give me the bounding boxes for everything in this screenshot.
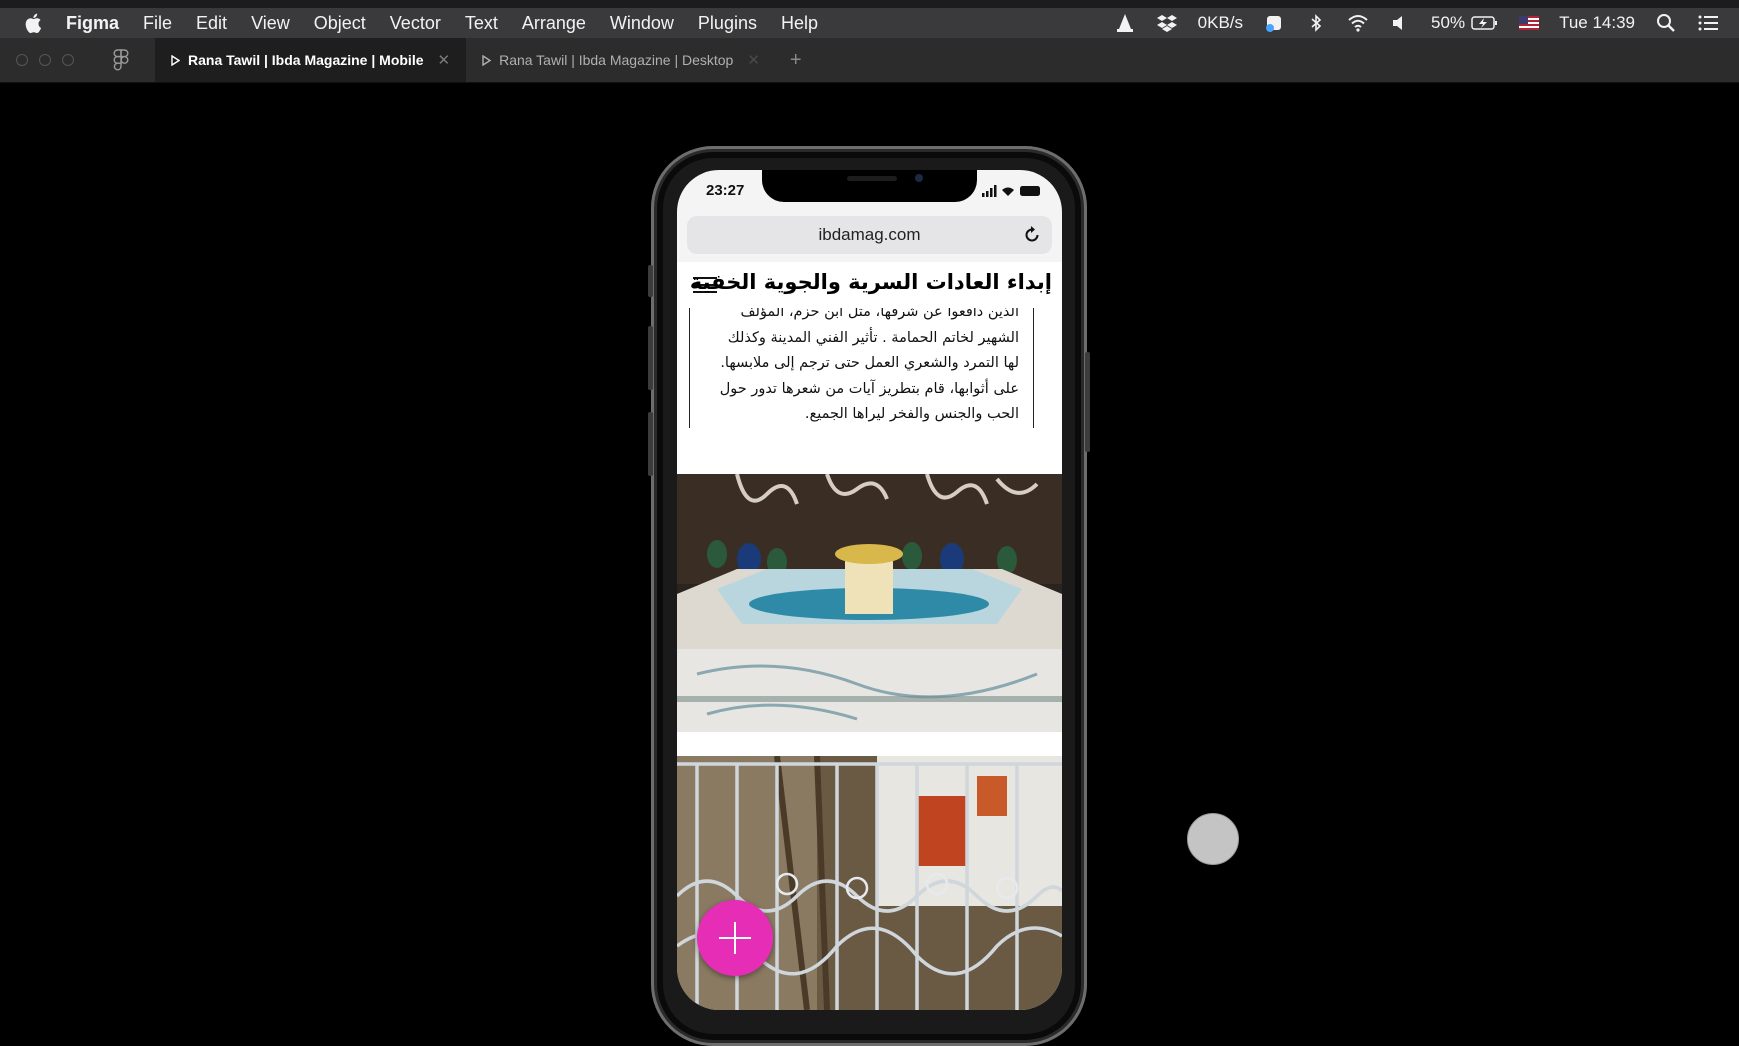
spotlight-search-icon[interactable] (1655, 13, 1677, 33)
phone-notch (762, 170, 977, 202)
window-controls (16, 54, 85, 66)
figma-logo-icon[interactable] (113, 49, 129, 71)
bluetooth-icon[interactable] (1305, 13, 1327, 33)
ios-status-bar: 23:27 (677, 170, 1062, 216)
us-flag-input-source-icon[interactable] (1519, 16, 1540, 30)
phone-volume-up-button (648, 326, 653, 390)
phone-volume-down-button (648, 412, 653, 476)
dropbox-icon[interactable] (1156, 13, 1178, 33)
phone-silent-switch (648, 265, 653, 297)
article-line: الحب والجنس والفخر ليراها الجميع. (804, 406, 1019, 422)
site-header: إبداء العادات السرية والجوية الخفية (677, 262, 1062, 309)
status-area: 0KB/s 50% Tue 14:39 (1114, 8, 1739, 38)
ios-signal-wifi-battery-icons (982, 185, 1040, 197)
prototype-cursor-indicator (1187, 813, 1239, 865)
article-body: الذين دافعوا عن شرفها، مثل ابن حزم، المؤ… (689, 308, 1034, 428)
play-icon (482, 54, 492, 66)
url-text[interactable]: ibdamag.com (818, 225, 920, 245)
network-speed: 0KB/s (1197, 13, 1244, 32)
tab-mobile-prototype[interactable]: Rana Tawil | Ibda Magazine | Mobile ✕ (155, 38, 467, 82)
vlc-icon[interactable] (1114, 13, 1136, 33)
menu-arrange[interactable]: Arrange (522, 13, 586, 34)
reload-icon[interactable] (1022, 225, 1042, 245)
close-tab-icon[interactable]: ✕ (438, 51, 451, 69)
photo-spacer (677, 732, 1062, 756)
apple-icon[interactable] (24, 12, 44, 34)
plus-icon (719, 922, 751, 954)
menu-plugins[interactable]: Plugins (698, 13, 757, 34)
menu-view[interactable]: View (251, 13, 290, 34)
article-line: على أثوابها، قام بتطريز آيات من شعرها تد… (719, 380, 1019, 397)
fullscreen-window-button[interactable] (62, 54, 74, 66)
front-camera (915, 174, 923, 182)
play-icon (171, 54, 180, 66)
tab-desktop-prototype[interactable]: Rana Tawil | Ibda Magazine | Desktop ✕ (466, 38, 776, 82)
site-title[interactable]: إبداء العادات السرية والجوية الخفية (690, 270, 1053, 294)
figma-tab-bar: Rana Tawil | Ibda Magazine | Mobile ✕ Ra… (0, 38, 1739, 83)
earpiece (847, 176, 897, 181)
menu-file[interactable]: File (143, 13, 172, 34)
article-line: الذين دافعوا عن شرفها، مثل ابن حزم، المؤ… (740, 308, 1019, 320)
new-tab-icon[interactable]: + (790, 49, 802, 72)
fountain-photo (677, 474, 1062, 732)
tab-label: Rana Tawil | Ibda Magazine | Desktop (499, 52, 734, 68)
menu-edit[interactable]: Edit (196, 13, 227, 34)
ios-time: 23:27 (706, 182, 745, 199)
phone-power-button (1085, 352, 1090, 452)
menu-vector[interactable]: Vector (390, 13, 441, 34)
clock[interactable]: Tue 14:39 (1559, 13, 1635, 33)
menu-help[interactable]: Help (781, 13, 818, 34)
wifi-icon[interactable] (1347, 13, 1369, 33)
network-monitor-icon[interactable] (1263, 13, 1285, 33)
content-gap (677, 444, 1062, 474)
close-window-button[interactable] (16, 54, 28, 66)
article-section: الذين دافعوا عن شرفها، مثل ابن حزم، المؤ… (677, 308, 1062, 444)
menu-object[interactable]: Object (314, 13, 366, 34)
safari-address-bar[interactable]: ibdamag.com (687, 216, 1052, 254)
menu-window[interactable]: Window (610, 13, 674, 34)
volume-icon[interactable] (1389, 13, 1411, 33)
battery-percentage: 50% (1431, 13, 1466, 32)
close-tab-icon[interactable]: ✕ (747, 51, 760, 69)
battery-charging-icon[interactable] (1471, 13, 1499, 33)
phone-screen: 23:27 ibdamag.com إبداء العادات السرية و… (677, 170, 1062, 1010)
notification-center-icon[interactable] (1697, 13, 1719, 33)
minimize-window-button[interactable] (39, 54, 51, 66)
menu-bar: Figma File Edit View Object Vector Text … (0, 0, 1739, 38)
menu-app-name[interactable]: Figma (66, 13, 119, 34)
article-line: لها التمرد والشعري العمل حتى ترجم إلى مل… (720, 355, 1019, 371)
menu-text[interactable]: Text (465, 13, 498, 34)
add-fab-button[interactable] (697, 900, 773, 976)
article-line: الشهير لخاتم الحمامة . تأثير الفني المدي… (727, 329, 1019, 346)
tab-label: Rana Tawil | Ibda Magazine | Mobile (188, 52, 424, 68)
